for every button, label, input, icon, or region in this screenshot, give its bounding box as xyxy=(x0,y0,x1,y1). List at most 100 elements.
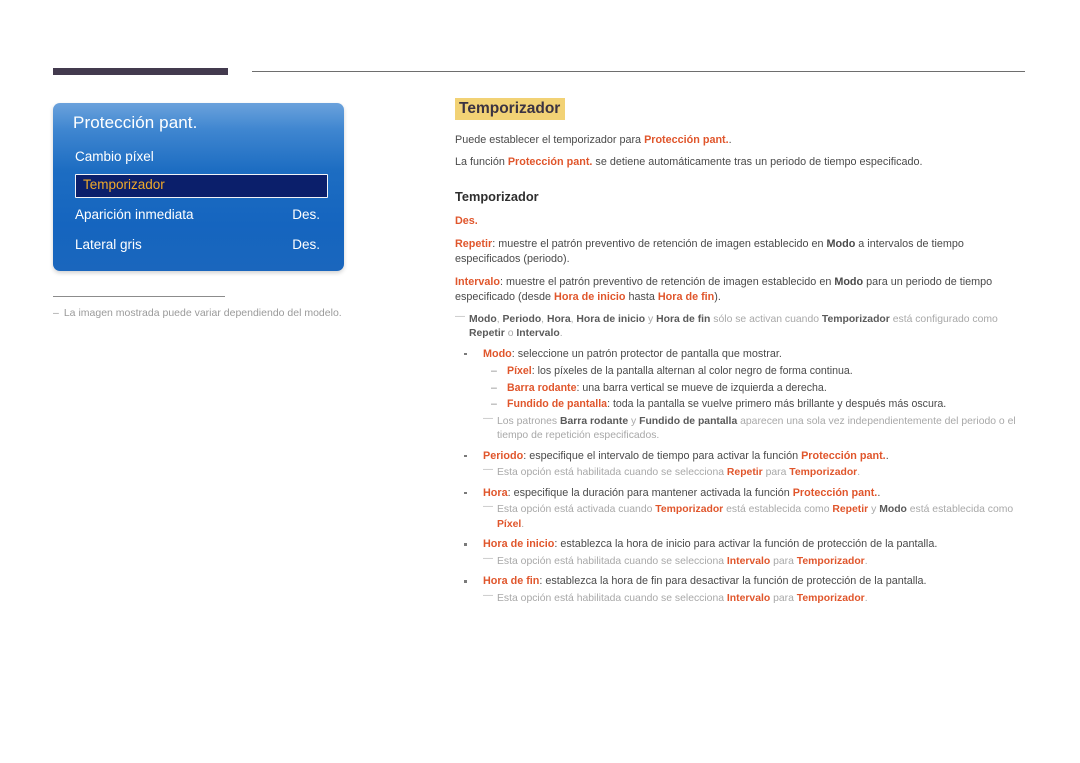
emphasis-term: Protección pant. xyxy=(507,156,593,168)
emphasis-term: Píxel xyxy=(497,518,522,530)
emphasis-term: Temporizador xyxy=(796,555,865,567)
text-run: : toda la pantalla se vuelve primero más… xyxy=(607,398,947,410)
osd-menu-item-1[interactable]: Cambio píxel xyxy=(53,146,344,171)
emphasis-term: Protección pant. xyxy=(644,134,729,146)
text-run: y xyxy=(868,504,880,515)
note-line: Los patrones Barra rodante y Fundido de … xyxy=(455,412,1027,444)
text-run: : muestre el patrón preventivo de retenc… xyxy=(492,237,827,250)
bold-term: Repetir xyxy=(469,328,505,339)
header-accent-bar xyxy=(53,68,228,75)
option-definition: Repetir: muestre el patrón preventivo de… xyxy=(455,237,1027,268)
emphasis-term: Hora de fin xyxy=(483,575,540,587)
header-divider-rule xyxy=(252,71,1025,72)
text-run: o xyxy=(504,328,517,339)
emphasis-term: Temporizador xyxy=(789,467,858,478)
text-run: Esta opción está habilitada cuando se se… xyxy=(497,555,727,567)
option-definition: Des. xyxy=(455,214,1027,230)
footnote: – La imagen mostrada puede variar dependi… xyxy=(53,306,373,320)
emphasis-term: Hora de inicio xyxy=(483,538,555,550)
bold-term: Hora xyxy=(546,313,571,325)
emphasis-term: Píxel xyxy=(507,365,532,377)
osd-menu-item-value: Des. xyxy=(292,207,320,222)
page-title: Temporizador xyxy=(455,98,566,120)
bullet-item: Hora de fin: establezca la hora de fin p… xyxy=(455,574,1027,590)
emphasis-term: Repetir xyxy=(455,237,493,250)
bold-term: Modo xyxy=(826,237,856,250)
bold-term: Hora de inicio xyxy=(576,313,646,325)
text-run: . xyxy=(559,328,563,339)
osd-menu-panel: Protección pant. Cambio píxel Temporizado… xyxy=(53,103,344,271)
footnote-text: La imagen mostrada puede variar dependie… xyxy=(63,307,342,319)
text-run: : seleccione un patrón protector de pant… xyxy=(511,347,782,360)
text-run: . xyxy=(885,449,889,462)
emphasis-term: Temporizador xyxy=(655,504,724,515)
osd-menu-item-3[interactable]: Aparición inmediata Des. xyxy=(53,204,344,229)
text-run: La función xyxy=(455,156,508,168)
text-run: sólo se activan cuando xyxy=(710,313,822,325)
text-run: : establezca la hora de inicio para acti… xyxy=(554,538,938,550)
text-run: se detiene automáticamente tras un perio… xyxy=(592,156,923,168)
emphasis-term: Intervalo xyxy=(726,592,771,604)
bold-term: Intervalo xyxy=(516,328,560,339)
bullet-item: Periodo: especifique el intervalo de tie… xyxy=(455,449,1027,465)
option-list: Des. Repetir: muestre el patrón preventiv… xyxy=(455,214,1027,606)
bullet-item: Hora: especifique la duración para mante… xyxy=(455,486,1027,502)
sub-bullet-item: Fundido de pantalla: toda la pantalla se… xyxy=(455,397,1027,413)
text-run: : especifique la duración para mantener … xyxy=(507,486,793,499)
text-run: está establecida como xyxy=(906,504,1014,515)
sub-bullet-item: Barra rodante: una barra vertical se mue… xyxy=(455,381,1027,397)
emphasis-term: Modo xyxy=(483,347,512,360)
bold-term: Barra rodante xyxy=(559,415,629,427)
intro-paragraph: Puede establecer el temporizador para Pr… xyxy=(455,133,1027,148)
text-run: . xyxy=(864,555,868,567)
osd-menu-item-4[interactable]: Lateral gris Des. xyxy=(53,234,344,259)
bold-term: Modo xyxy=(469,313,497,325)
bold-term: Hora de fin xyxy=(656,313,711,325)
emphasis-term: Protección pant. xyxy=(801,449,886,462)
emphasis-term: Hora de fin xyxy=(657,291,715,303)
emphasis-term: Intervalo xyxy=(455,275,501,288)
text-run: . xyxy=(728,134,732,146)
emphasis-term: Periodo xyxy=(483,449,524,462)
note-line: Esta opción está habilitada cuando se se… xyxy=(455,463,1027,481)
footnote-dash: – xyxy=(53,307,59,319)
intro-paragraph: La función Protección pant. se detiene a… xyxy=(455,155,1027,170)
emphasis-term: Temporizador xyxy=(796,592,865,604)
osd-menu-item-value: Des. xyxy=(292,237,320,252)
section-heading: Temporizador xyxy=(455,189,539,204)
text-run: Esta opción está activada cuando xyxy=(497,504,656,515)
bold-term: Temporizador xyxy=(821,313,890,325)
emphasis-term: Des. xyxy=(455,215,478,227)
text-run: para xyxy=(770,555,797,567)
text-run: Puede establecer el temporizador para xyxy=(455,134,645,146)
text-run: . xyxy=(864,592,868,604)
emphasis-term: Intervalo xyxy=(726,555,771,567)
note-line: Esta opción está activada cuando Tempori… xyxy=(455,500,1027,532)
emphasis-term: Barra rodante xyxy=(507,381,577,394)
text-run: y xyxy=(628,415,640,427)
text-run: hasta xyxy=(625,291,658,303)
text-run: . xyxy=(521,518,525,530)
footnote-divider xyxy=(53,296,225,297)
emphasis-term: Repetir xyxy=(832,504,869,515)
emphasis-term: Repetir xyxy=(726,467,763,478)
emphasis-term: Protección pant. xyxy=(792,486,878,499)
osd-menu-item-2[interactable]: Temporizador xyxy=(75,174,328,198)
text-run: Esta opción está habilitada cuando se se… xyxy=(497,592,727,604)
bullet-item: Modo: seleccione un patrón protector de … xyxy=(455,347,1027,363)
bold-term: Modo xyxy=(879,504,907,515)
emphasis-term: Fundido de pantalla xyxy=(507,398,608,410)
sub-bullet-item: Píxel: los píxeles de la pantalla altern… xyxy=(455,364,1027,380)
osd-menu-item-label: Lateral gris xyxy=(75,237,142,252)
text-run: . xyxy=(877,486,881,499)
osd-menu-title: Protección pant. xyxy=(73,113,198,132)
text-run: Esta opción está habilitada cuando se se… xyxy=(497,467,727,478)
bold-term: Periodo xyxy=(502,313,542,325)
note-line: Modo, Periodo, Hora, Hora de inicio y Ho… xyxy=(455,310,1027,342)
text-run: y xyxy=(645,313,657,325)
intro-paragraphs: Puede establecer el temporizador para Pr… xyxy=(455,133,1027,170)
osd-menu-item-label: Cambio píxel xyxy=(75,149,154,164)
bold-term: Modo xyxy=(834,275,864,288)
text-run: : especifique el intervalo de tiempo par… xyxy=(523,449,802,462)
text-run: : muestre el patrón preventivo de retenc… xyxy=(500,275,835,288)
